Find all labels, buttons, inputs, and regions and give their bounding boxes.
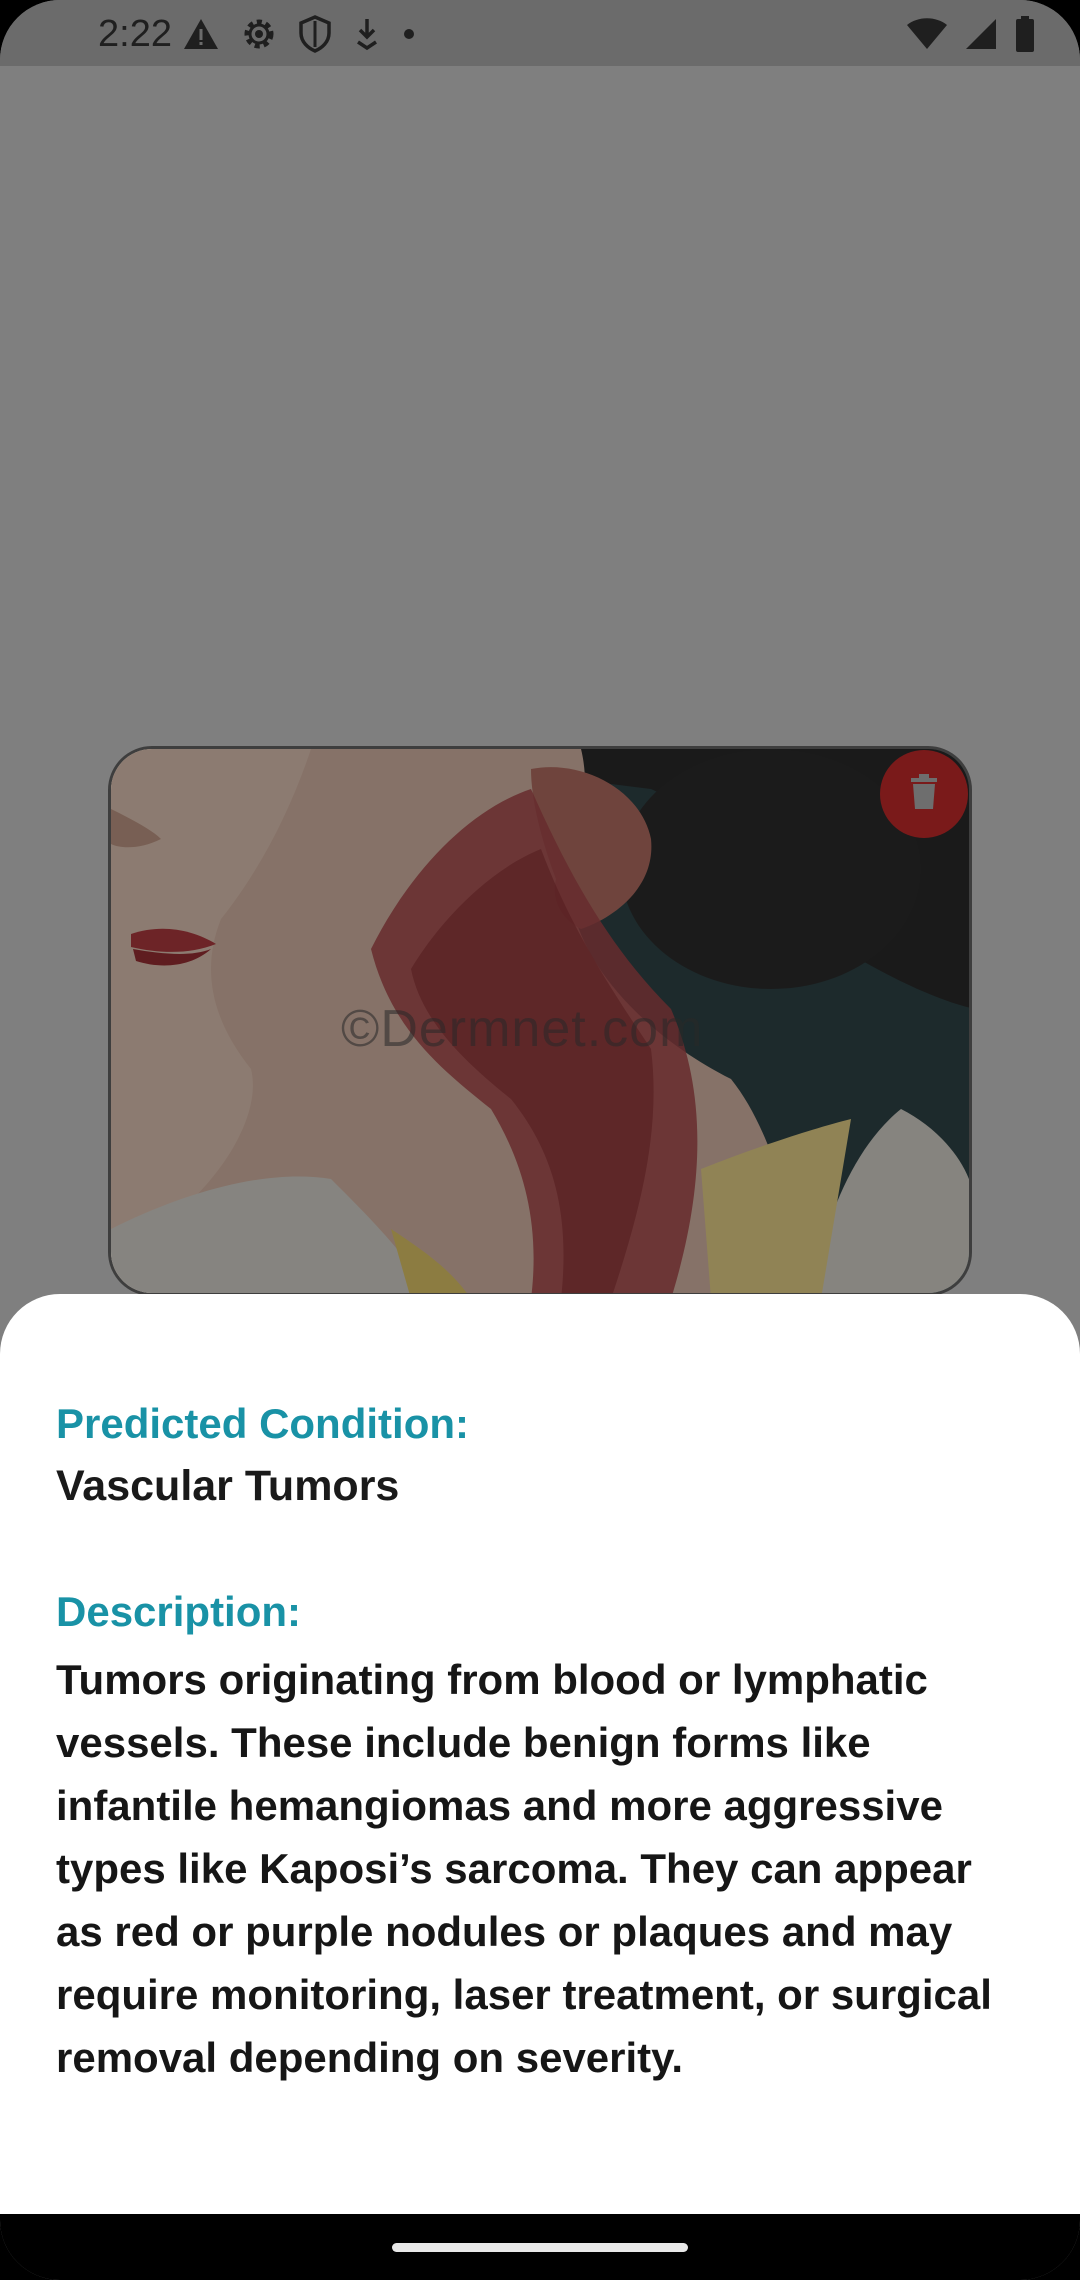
battery-icon xyxy=(1014,15,1036,53)
delete-image-button[interactable] xyxy=(880,750,968,838)
navigation-bar xyxy=(0,2214,1080,2280)
status-icons-left xyxy=(182,14,416,54)
app-screen: 2:22 ©Dermnet.com Predicted Condition: V… xyxy=(0,0,1080,2280)
status-bar: 2:22 xyxy=(0,0,1080,66)
predicted-condition-label: Predicted Condition: xyxy=(56,1400,469,1447)
result-bottom-sheet: Predicted Condition: Vascular Tumors Des… xyxy=(0,1294,1080,2214)
gear-icon xyxy=(240,15,278,53)
predicted-condition-value: Vascular Tumors xyxy=(56,1462,400,1510)
home-indicator[interactable] xyxy=(392,2243,688,2252)
signal-icon xyxy=(964,17,998,51)
description-text: Tumors originating from blood or lymphat… xyxy=(56,1656,992,2081)
trash-icon xyxy=(909,773,939,815)
uploaded-image: ©Dermnet.com xyxy=(108,746,972,1296)
dot-icon xyxy=(402,27,416,41)
status-time: 2:22 xyxy=(98,13,172,55)
watermark-text: ©Dermnet.com xyxy=(341,1000,704,1058)
warning-icon xyxy=(182,17,220,51)
wifi-icon xyxy=(906,17,948,51)
status-icons-right xyxy=(906,14,1036,54)
download-icon xyxy=(352,16,382,52)
shield-icon xyxy=(298,15,332,53)
description-label: Description: xyxy=(56,1588,302,1635)
